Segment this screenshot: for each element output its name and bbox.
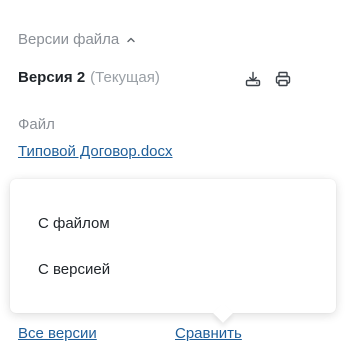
compare-with-version-option[interactable]: С версией — [38, 261, 110, 278]
version-status: (Текущая) — [90, 68, 160, 86]
file-versions-panel: Версии файла Версия 2 (Текущая) Файл Тип… — [0, 0, 347, 360]
versions-section-title: Версии файла — [18, 31, 120, 48]
version-title: Версия 2 — [18, 68, 86, 86]
versions-section-toggle[interactable]: Версии файла — [18, 31, 137, 48]
chevron-up-icon — [127, 37, 135, 42]
compare-dropdown-menu: С файлом С версией — [10, 179, 336, 313]
file-name-link[interactable]: Типовой Договор.docx — [18, 143, 173, 160]
version-actions — [244, 70, 292, 88]
footer-links: Все версии Сравнить — [18, 325, 338, 347]
print-icon[interactable] — [274, 70, 292, 88]
file-label: Файл — [18, 116, 55, 133]
download-icon[interactable] — [244, 70, 262, 88]
compare-link[interactable]: Сравнить — [175, 325, 242, 342]
compare-with-file-option[interactable]: С файлом — [38, 215, 110, 232]
all-versions-link[interactable]: Все версии — [18, 325, 97, 342]
